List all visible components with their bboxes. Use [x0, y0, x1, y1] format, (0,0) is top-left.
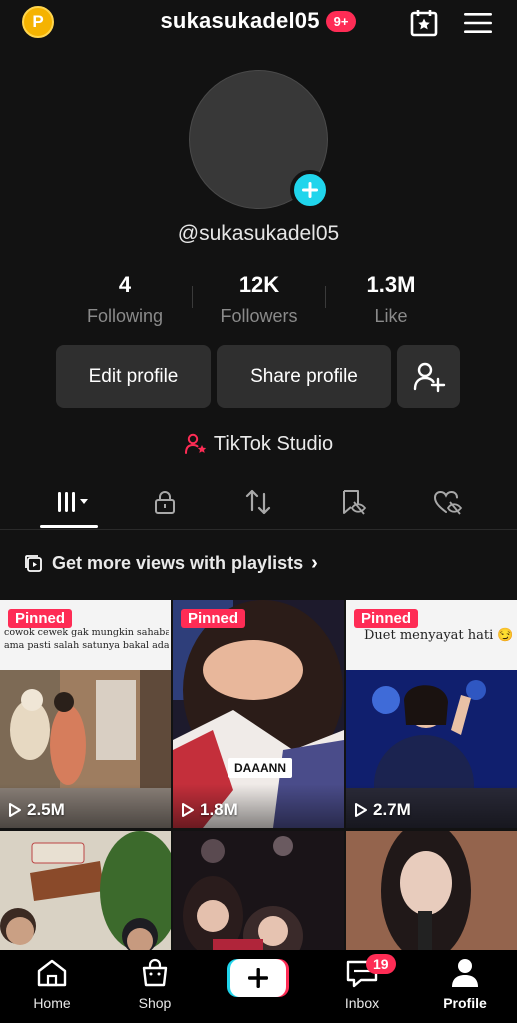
video-tile[interactable] — [346, 831, 517, 950]
stat-followers-label: Followers — [220, 306, 298, 326]
stat-following-label: Following — [86, 306, 164, 326]
pinned-badge: Pinned — [8, 609, 73, 628]
tabs-divider — [0, 529, 517, 530]
video-thumbnail — [0, 831, 171, 950]
playlist-prompt-label: Get more views with playlists — [52, 553, 304, 573]
share-profile-button[interactable]: Share profile — [217, 345, 391, 408]
video-tile[interactable]: cowok cewek gak mungkin sahabatan. ama p… — [0, 600, 171, 828]
active-tab-indicator — [40, 525, 98, 528]
playlist-icon — [25, 554, 42, 572]
add-avatar-plus-icon[interactable] — [290, 170, 330, 210]
nav-inbox-label: Inbox — [344, 995, 380, 1011]
tiktok-studio-label: TikTok Studio — [213, 432, 334, 455]
view-count: 2.7M — [354, 800, 411, 820]
tab-videos[interactable] — [44, 478, 98, 526]
video-tile[interactable] — [173, 831, 344, 950]
stat-divider — [192, 286, 193, 308]
stat-followers-value: 12K — [238, 272, 280, 297]
play-icon — [182, 803, 194, 817]
nav-shop[interactable]: Shop — [110, 958, 200, 1011]
nav-home[interactable]: Home — [7, 958, 97, 1011]
caption-line: ama pasti salah satunya bakal ada yang b… — [4, 640, 169, 651]
chevron-right-icon: › — [311, 552, 318, 574]
stat-followers[interactable]: 12K Followers — [194, 272, 324, 327]
tab-favorites[interactable] — [333, 478, 373, 526]
view-count: 2.5M — [8, 800, 65, 820]
profile-tabs — [0, 478, 517, 530]
shop-bag-icon — [142, 958, 168, 987]
menu-icon[interactable] — [462, 8, 494, 38]
edit-profile-button[interactable]: Edit profile — [56, 345, 211, 408]
pinned-badge: Pinned — [181, 609, 246, 628]
play-icon — [355, 803, 367, 817]
video-thumbnail — [173, 831, 344, 950]
create-button[interactable] — [227, 958, 289, 998]
video-tile[interactable]: DAAANN Pinned 1.8M — [173, 600, 344, 828]
nav-profile[interactable]: Profile — [420, 958, 510, 1011]
stat-following-value: 4 — [118, 272, 132, 297]
tab-liked[interactable] — [428, 478, 468, 526]
tab-private[interactable] — [145, 478, 185, 526]
video-overlay-text: DAAANN — [228, 758, 292, 778]
videos-grid-icon — [58, 492, 88, 512]
notification-badge: 9+ — [325, 10, 357, 32]
nav-shop-label: Shop — [138, 995, 172, 1011]
view-count-value: 2.7M — [373, 800, 411, 819]
add-friend-button[interactable] — [397, 345, 460, 408]
repost-icon — [245, 489, 271, 515]
create-plus-icon — [227, 959, 289, 997]
view-count-value: 1.8M — [200, 800, 238, 819]
liked-heart-icon — [433, 490, 463, 515]
play-icon — [9, 803, 21, 817]
stat-likes-value: 1.3M — [366, 272, 416, 297]
add-friend-icon — [413, 362, 445, 392]
tab-reposts[interactable] — [238, 478, 278, 526]
stat-following[interactable]: 4 Following — [60, 272, 190, 327]
profile-handle: @sukasukadel05 — [177, 222, 340, 245]
home-icon — [37, 959, 67, 987]
pinned-badge: Pinned — [354, 609, 419, 628]
saved-bookmark-icon — [343, 490, 367, 515]
profile-person-icon — [452, 959, 478, 987]
stat-likes[interactable]: 1.3M Like — [326, 272, 456, 327]
stat-likes-label: Like — [374, 306, 408, 326]
video-tile[interactable] — [0, 831, 171, 950]
video-thumbnail — [346, 831, 517, 950]
nav-profile-label: Profile — [443, 995, 487, 1011]
video-caption: Duet menyayat hati 😏 — [364, 628, 514, 643]
video-caption: cowok cewek gak mungkin sahabatan. ama p… — [4, 626, 169, 652]
nav-home-label: Home — [33, 995, 71, 1011]
playlist-prompt[interactable]: Get more views with playlists › — [24, 552, 318, 575]
tiktok-studio-link[interactable]: TikTok Studio — [0, 432, 517, 456]
calendar-star-icon[interactable] — [407, 6, 441, 40]
inbox-badge: 19 — [366, 954, 396, 974]
username-title[interactable]: sukasukadel05 — [161, 8, 320, 34]
view-count-value: 2.5M — [27, 800, 65, 819]
lock-icon — [155, 491, 175, 514]
studio-person-star-icon — [184, 433, 207, 454]
view-count: 1.8M — [181, 800, 238, 820]
video-tile[interactable]: Duet menyayat hati 😏 Pinned 2.7M — [346, 600, 517, 828]
